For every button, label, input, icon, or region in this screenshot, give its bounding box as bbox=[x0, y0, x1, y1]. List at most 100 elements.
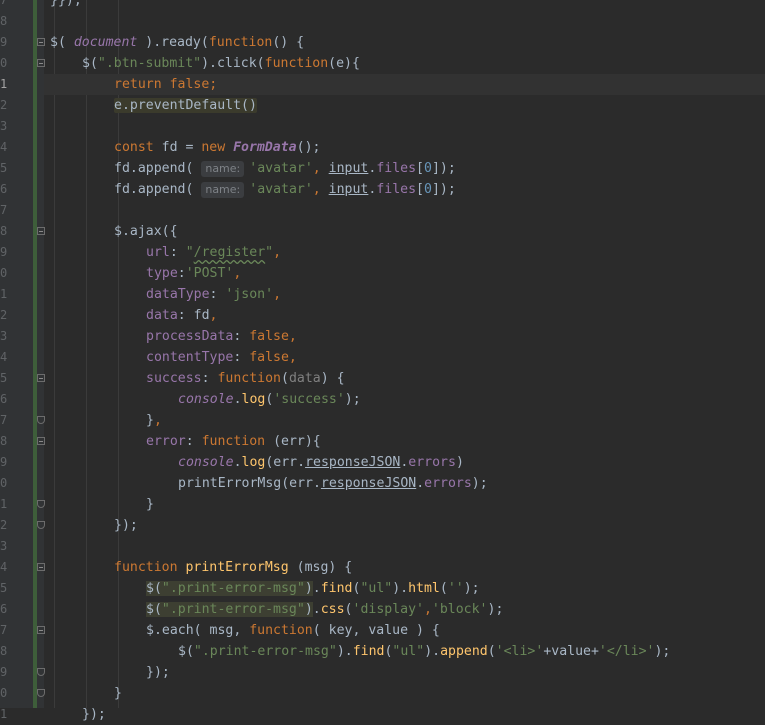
code-line[interactable]: 9 console.log(err.responseJSON.errors) bbox=[0, 452, 765, 473]
line-number: 4 bbox=[0, 140, 8, 154]
code-token: fd.append( bbox=[114, 182, 202, 197]
code-token: (); bbox=[296, 140, 321, 155]
code-line[interactable]: 1 dataType: 'json', bbox=[0, 284, 765, 305]
code-token: 'display' bbox=[352, 602, 424, 617]
code-text: $(".print-error-msg").find("ul").html(''… bbox=[146, 578, 480, 599]
code-line[interactable]: 8 $.ajax({ bbox=[0, 221, 765, 242]
line-number: 0 bbox=[0, 686, 8, 700]
code-line[interactable]: 0 printErrorMsg(err.responseJSON.errors); bbox=[0, 473, 765, 494]
fold-toggle-icon[interactable] bbox=[37, 563, 45, 571]
code-line[interactable]: 7 bbox=[0, 200, 765, 221]
code-text: error: function (err){ bbox=[146, 431, 321, 452]
code-token: } bbox=[114, 686, 122, 701]
code-text: contentType: false, bbox=[146, 347, 297, 368]
code-line[interactable]: 1 return false; bbox=[0, 74, 765, 95]
code-token: ".print-error-msg" bbox=[193, 644, 337, 659]
code-line[interactable]: 8 $(".print-error-msg").find("ul").append… bbox=[0, 641, 765, 662]
fold-toggle-icon[interactable] bbox=[37, 437, 45, 445]
code-token: find bbox=[320, 581, 353, 596]
code-text: success: function(data) { bbox=[146, 368, 345, 389]
code-line[interactable]: 8 error: function (err){ bbox=[0, 431, 765, 452]
code-token: ) bbox=[455, 455, 464, 470]
line-number: 8 bbox=[0, 14, 8, 28]
fold-toggle-icon[interactable] bbox=[37, 38, 45, 46]
code-line[interactable]: 0} bbox=[0, 683, 765, 704]
code-line[interactable]: 5 $(".print-error-msg").find("ul").html('… bbox=[0, 578, 765, 599]
code-text: fd.append( name:'avatar', input.files[0]… bbox=[114, 158, 456, 179]
code-text: console.log('success'); bbox=[178, 389, 361, 410]
code-token: (err){ bbox=[273, 434, 321, 449]
code-text: $(".print-error-msg").css('display','blo… bbox=[146, 599, 503, 620]
code-line[interactable]: 2 e.preventDefault() bbox=[0, 95, 765, 116]
code-text: } bbox=[146, 494, 154, 515]
code-text: const fd = new FormData(); bbox=[114, 137, 320, 158]
code-token: const bbox=[114, 140, 162, 155]
fold-toggle-icon[interactable] bbox=[37, 626, 45, 634]
line-number: 8 bbox=[0, 224, 8, 238]
code-line[interactable]: 6 fd.append( name:'avatar', input.files[0… bbox=[0, 179, 765, 200]
fold-toggle-icon[interactable] bbox=[37, 59, 45, 67]
fold-toggle-icon[interactable] bbox=[37, 227, 45, 235]
line-number: 2 bbox=[0, 518, 8, 532]
code-text: processData: false, bbox=[146, 326, 297, 347]
code-token: . bbox=[416, 476, 425, 491]
code-text: }); bbox=[146, 662, 170, 683]
code-token: ); bbox=[487, 602, 504, 617]
code-token: files bbox=[376, 182, 417, 197]
code-line[interactable]: 5 fd.append( name:'avatar', input.files[0… bbox=[0, 158, 765, 179]
line-number: 5 bbox=[0, 371, 8, 385]
code-token: . bbox=[233, 455, 242, 470]
code-line[interactable]: 0 $(".btn-submit").click(function(e){ bbox=[0, 53, 765, 74]
code-token: 0 bbox=[423, 161, 432, 176]
fold-end-icon[interactable] bbox=[37, 521, 45, 529]
code-token: '</li>' bbox=[598, 644, 655, 659]
code-line[interactable]: 9 url: "/register", bbox=[0, 242, 765, 263]
line-number: 5 bbox=[0, 581, 8, 595]
code-line[interactable]: 3 bbox=[0, 536, 765, 557]
line-number: 7 bbox=[0, 413, 8, 427]
code-line[interactable]: 6 console.log('success'); bbox=[0, 389, 765, 410]
code-token: ).ready( bbox=[137, 35, 209, 50]
code-line[interactable]: 2}); bbox=[0, 515, 765, 536]
fold-end-icon[interactable] bbox=[37, 416, 45, 424]
line-number: 0 bbox=[0, 476, 8, 490]
code-token: find bbox=[352, 644, 385, 659]
code-line[interactable]: 2 data: fd, bbox=[0, 305, 765, 326]
vcs-change-marker[interactable] bbox=[33, 0, 37, 708]
code-line[interactable]: 9}); bbox=[0, 662, 765, 683]
code-line[interactable]: 8 bbox=[0, 11, 765, 32]
code-token: ). bbox=[424, 644, 441, 659]
code-line[interactable]: 1} bbox=[0, 494, 765, 515]
line-number: 1 bbox=[0, 287, 8, 301]
line-number: 6 bbox=[0, 392, 8, 406]
code-line[interactable]: 5 success: function(data) { bbox=[0, 368, 765, 389]
code-line[interactable]: 6 $(".print-error-msg").css('display','bl… bbox=[0, 599, 765, 620]
code-token: false, bbox=[249, 350, 297, 365]
fold-end-icon[interactable] bbox=[37, 689, 45, 697]
code-line[interactable]: 3 processData: false, bbox=[0, 326, 765, 347]
line-number: 1 bbox=[0, 77, 8, 91]
fold-end-icon[interactable] bbox=[37, 500, 45, 508]
fold-toggle-icon[interactable] bbox=[37, 374, 45, 382]
code-token: error bbox=[146, 434, 186, 449]
code-token: () { bbox=[272, 35, 305, 50]
code-line[interactable]: 0 type:'POST', bbox=[0, 263, 765, 284]
code-token: $( bbox=[50, 35, 74, 50]
code-line[interactable]: 4 contentType: false, bbox=[0, 347, 765, 368]
code-line[interactable]: 9 $( document ).ready(function() { bbox=[0, 32, 765, 53]
code-token: ). bbox=[336, 644, 353, 659]
code-line[interactable]: 4 function printErrorMsg (msg) { bbox=[0, 557, 765, 578]
code-token: ( bbox=[344, 602, 353, 617]
code-editor[interactable]: 7}}); 8 9 $( document ).ready(function() {0… bbox=[0, 0, 765, 722]
code-line[interactable]: 7 $.each( msg, function( key, value ) { bbox=[0, 620, 765, 641]
fold-end-icon[interactable] bbox=[37, 668, 45, 676]
code-line[interactable]: 7}}); bbox=[0, 0, 765, 11]
code-line[interactable]: 1}); bbox=[0, 704, 765, 725]
code-text: url: "/register", bbox=[146, 242, 281, 263]
code-line[interactable]: 4 const fd = new FormData(); bbox=[0, 137, 765, 158]
code-line[interactable]: 3 bbox=[0, 116, 765, 137]
code-line[interactable]: 7}, bbox=[0, 410, 765, 431]
code-text: $( document ).ready(function() { bbox=[50, 32, 304, 53]
line-number: 8 bbox=[0, 434, 8, 448]
code-text: $.ajax({ bbox=[114, 221, 178, 242]
